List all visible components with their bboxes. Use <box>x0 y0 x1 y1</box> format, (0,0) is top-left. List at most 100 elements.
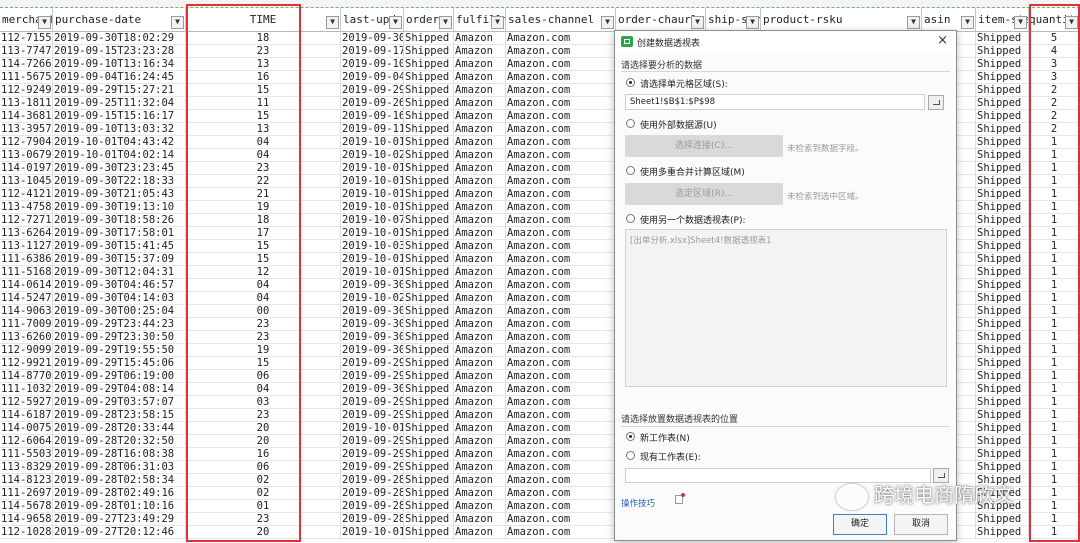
table-cell[interactable]: 19 <box>186 344 341 357</box>
table-cell[interactable]: 04 <box>186 383 341 396</box>
table-cell[interactable]: Amazon.com <box>506 448 616 461</box>
table-cell[interactable]: 2019-09-30 <box>341 305 404 318</box>
table-cell[interactable]: Shipped <box>404 396 454 409</box>
table-cell[interactable]: 06 <box>186 461 341 474</box>
column-header[interactable]: ship-serv▼ <box>706 8 761 32</box>
table-cell[interactable]: Amazon.com <box>506 162 616 175</box>
table-cell[interactable]: 1 <box>1029 227 1080 240</box>
table-cell[interactable]: Amazon <box>454 331 506 344</box>
table-cell[interactable]: 111-10322 <box>0 383 53 396</box>
table-cell[interactable]: 2019-09-17 <box>341 45 404 58</box>
table-cell[interactable]: 04 <box>186 292 341 305</box>
table-cell[interactable]: 1 <box>1029 214 1080 227</box>
table-cell[interactable]: Shipped <box>404 383 454 396</box>
radio-existing-sheet[interactable] <box>626 451 635 460</box>
table-cell[interactable]: Amazon <box>454 266 506 279</box>
table-cell[interactable]: Amazon <box>454 32 506 45</box>
table-cell[interactable]: Amazon <box>454 487 506 500</box>
table-cell[interactable]: 16 <box>186 71 341 84</box>
table-cell[interactable]: 2019-09-29 <box>341 396 404 409</box>
table-cell[interactable]: 2019-09-30 <box>341 383 404 396</box>
table-cell[interactable]: Amazon.com <box>506 240 616 253</box>
table-cell[interactable]: 2019-09-29T04:08:14 <box>53 383 186 396</box>
table-cell[interactable]: 113-62644 <box>0 227 53 240</box>
table-cell[interactable]: 15 <box>186 110 341 123</box>
table-cell[interactable]: 1 <box>1029 175 1080 188</box>
tips-icon[interactable] <box>675 493 685 504</box>
filter-dropdown-icon[interactable]: ▼ <box>491 16 504 29</box>
table-cell[interactable]: Shipped <box>404 331 454 344</box>
table-cell[interactable]: 2019-09-29T06:19:00 <box>53 370 186 383</box>
table-cell[interactable]: 1 <box>1029 279 1080 292</box>
table-cell[interactable]: 1 <box>1029 526 1080 539</box>
table-cell[interactable]: Amazon <box>454 279 506 292</box>
filter-dropdown-icon[interactable]: ▼ <box>389 16 402 29</box>
table-cell[interactable]: 1 <box>1029 240 1080 253</box>
table-cell[interactable]: 2019-09-30T04:14:03 <box>53 292 186 305</box>
table-cell[interactable]: 2019-10-03 <box>341 240 404 253</box>
table-cell[interactable]: 2 <box>1029 123 1080 136</box>
table-cell[interactable]: Shipped <box>976 201 1029 214</box>
table-cell[interactable]: 1 <box>1029 331 1080 344</box>
table-cell[interactable]: Amazon.com <box>506 227 616 240</box>
table-cell[interactable]: Shipped <box>976 422 1029 435</box>
table-cell[interactable]: Amazon <box>454 162 506 175</box>
table-cell[interactable]: Amazon.com <box>506 32 616 45</box>
table-cell[interactable]: 113-11273 <box>0 240 53 253</box>
table-cell[interactable]: Shipped <box>404 136 454 149</box>
table-cell[interactable]: Amazon <box>454 253 506 266</box>
table-cell[interactable]: 01 <box>186 500 341 513</box>
table-cell[interactable]: 2019-10-01 <box>341 201 404 214</box>
table-cell[interactable]: 4 <box>1029 45 1080 58</box>
table-cell[interactable]: 114-56781 <box>0 500 53 513</box>
column-header[interactable]: sales-channel ▼ <box>506 8 616 32</box>
tips-link[interactable]: 操作技巧 <box>621 497 655 509</box>
table-cell[interactable]: 113-83291 <box>0 461 53 474</box>
table-cell[interactable]: Amazon.com <box>506 292 616 305</box>
filter-dropdown-icon[interactable]: ▼ <box>439 16 452 29</box>
table-cell[interactable]: Shipped <box>404 526 454 539</box>
table-cell[interactable]: 21 <box>186 188 341 201</box>
table-cell[interactable]: 112-71551 <box>0 32 53 45</box>
table-cell[interactable]: Shipped <box>976 32 1029 45</box>
table-cell[interactable]: 1 <box>1029 396 1080 409</box>
table-cell[interactable]: 2019-09-28T16:08:38 <box>53 448 186 461</box>
table-cell[interactable]: Shipped <box>976 123 1029 136</box>
table-cell[interactable]: Amazon.com <box>506 357 616 370</box>
table-cell[interactable]: 112-79046 <box>0 136 53 149</box>
table-cell[interactable]: Shipped <box>404 227 454 240</box>
table-cell[interactable]: Shipped <box>404 461 454 474</box>
filter-dropdown-icon[interactable]: ▼ <box>1065 16 1078 29</box>
table-cell[interactable]: 2019-10-01T04:43:42 <box>53 136 186 149</box>
table-cell[interactable]: Amazon <box>454 45 506 58</box>
column-header[interactable]: TIME ▼ <box>186 8 341 32</box>
table-cell[interactable]: 2019-09-30T15:37:09 <box>53 253 186 266</box>
table-cell[interactable]: 2019-10-01T04:02:14 <box>53 149 186 162</box>
table-cell[interactable]: 2019-09-28T02:49:16 <box>53 487 186 500</box>
table-cell[interactable]: Shipped <box>976 58 1029 71</box>
table-cell[interactable]: Shipped <box>404 58 454 71</box>
table-cell[interactable]: Amazon.com <box>506 318 616 331</box>
table-cell[interactable]: 20 <box>186 422 341 435</box>
table-cell[interactable]: 113-77471 <box>0 45 53 58</box>
column-header[interactable]: product-rsku ▼ <box>761 8 922 32</box>
table-cell[interactable]: 15 <box>186 253 341 266</box>
table-cell[interactable]: Amazon <box>454 344 506 357</box>
table-cell[interactable]: Shipped <box>404 357 454 370</box>
table-cell[interactable]: Amazon.com <box>506 409 616 422</box>
table-cell[interactable]: Amazon <box>454 305 506 318</box>
table-cell[interactable]: 1 <box>1029 474 1080 487</box>
table-cell[interactable]: 2019-09-29T23:30:50 <box>53 331 186 344</box>
table-cell[interactable]: 2019-10-01 <box>341 266 404 279</box>
table-cell[interactable]: 23 <box>186 318 341 331</box>
table-cell[interactable]: 02 <box>186 487 341 500</box>
table-cell[interactable]: Amazon.com <box>506 500 616 513</box>
table-cell[interactable]: Shipped <box>976 331 1029 344</box>
table-cell[interactable]: Shipped <box>404 188 454 201</box>
table-cell[interactable]: Amazon.com <box>506 175 616 188</box>
table-cell[interactable]: 2 <box>1029 97 1080 110</box>
table-cell[interactable]: Shipped <box>976 292 1029 305</box>
table-cell[interactable]: 20 <box>186 526 341 539</box>
table-cell[interactable]: 04 <box>186 149 341 162</box>
table-cell[interactable]: 112-99215 <box>0 357 53 370</box>
